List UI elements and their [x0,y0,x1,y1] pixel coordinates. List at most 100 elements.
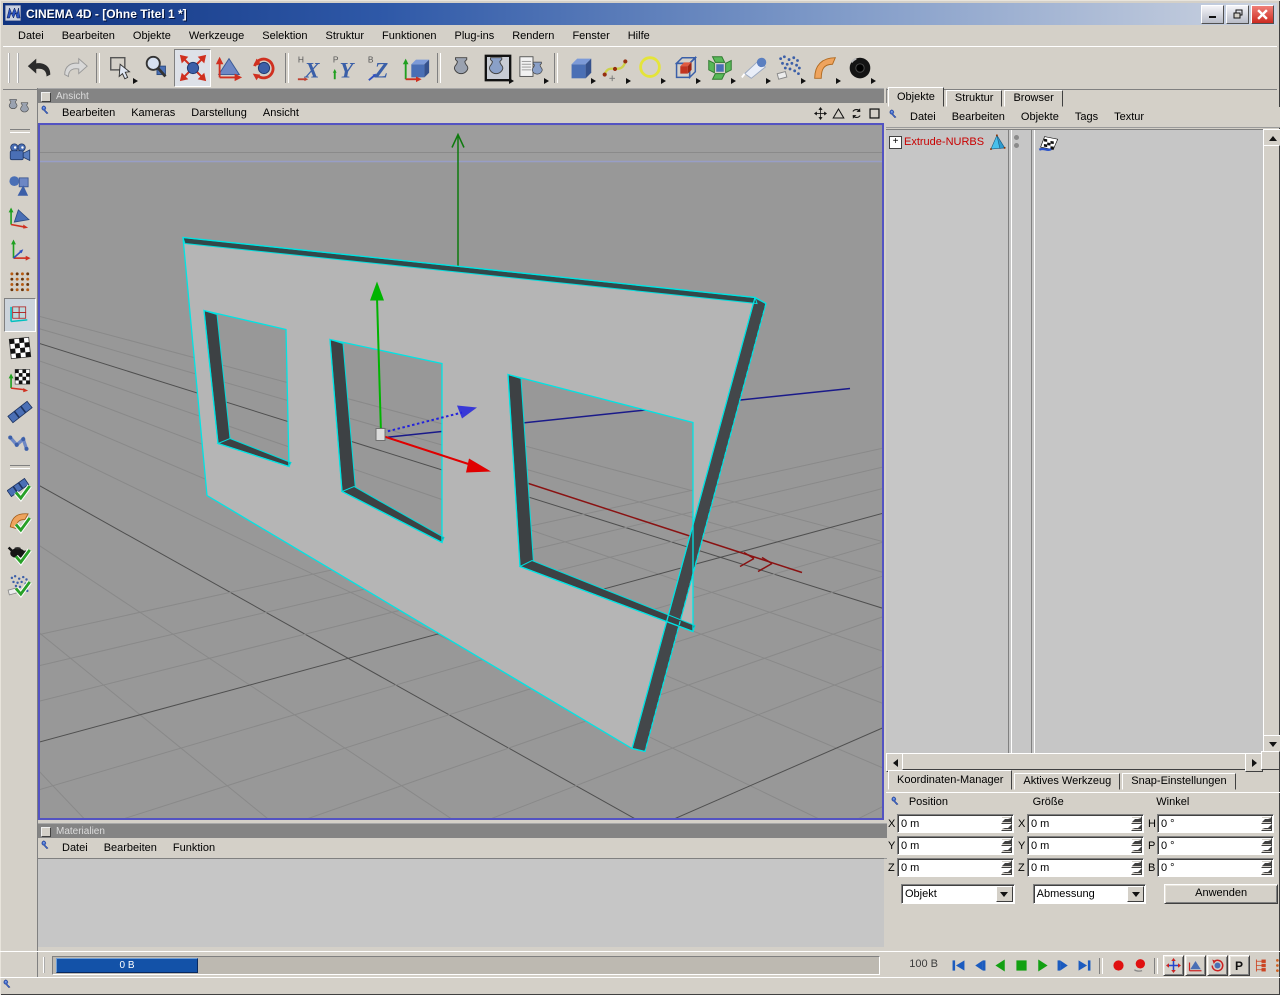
play-forwards-button[interactable] [1032,956,1052,976]
spin-down-button[interactable] [1261,845,1272,853]
spin-down-button[interactable] [1001,867,1012,875]
main-menu-item-hilfe[interactable]: Hilfe [619,28,659,44]
scale-tool-button[interactable] [211,50,246,86]
vscroll-thumb[interactable] [1263,145,1280,737]
object-menu-item-objekte[interactable]: Objekte [1013,109,1067,125]
add-spline-button[interactable] [597,50,632,86]
winkel-p-input[interactable]: 0 ° [1157,836,1274,855]
groesse-x-input[interactable]: 0 m [1027,814,1144,833]
spin-down-button[interactable] [1131,823,1142,831]
add-nurbs-button[interactable] [667,50,702,86]
hierarchy-button[interactable] [1251,956,1271,976]
object-mode-button[interactable] [5,170,35,202]
spin-up-button[interactable] [1131,816,1142,824]
main-menu-item-werkzeuge[interactable]: Werkzeuge [180,28,253,44]
record-objects-button[interactable] [1129,956,1149,976]
object-row-extrude-nurbs[interactable]: + Extrude-NURBS [886,132,1263,152]
stop-button[interactable] [1011,956,1031,976]
scale-view-button[interactable] [832,107,845,120]
toggle-maximize-view-button[interactable] [868,107,881,120]
main-menu-item-fenster[interactable]: Fenster [563,28,618,44]
main-menu-item-rendern[interactable]: Rendern [503,28,563,44]
add-deformer-button[interactable] [807,50,842,86]
main-menu-item-funktionen[interactable]: Funktionen [373,28,445,44]
add-particle-system-button[interactable] [772,50,807,86]
object-list-vscrollbar[interactable] [1263,129,1280,753]
material-tools-button[interactable] [5,92,35,124]
close-icon[interactable] [1251,4,1274,24]
viewport-menu-item-darstellung[interactable]: Darstellung [183,105,255,121]
apply-button[interactable]: Anwenden [1164,884,1278,904]
add-primitive-button[interactable] [562,50,597,86]
pin-icon[interactable] [41,840,54,856]
main-menu-item-struktur[interactable]: Struktur [317,28,374,44]
redo-button[interactable] [57,50,92,86]
edges-mode-button[interactable] [5,396,35,428]
spin-down-button[interactable] [1261,823,1272,831]
rotate-tool-button[interactable] [246,50,281,86]
object-list-hscrollbar[interactable] [886,753,1263,772]
key-position-button[interactable] [1163,955,1184,976]
spin-down-button[interactable] [1001,823,1012,831]
tab-koordinaten-manager[interactable]: Koordinaten-Manager [888,770,1013,790]
next-frame-button[interactable] [1053,956,1073,976]
spin-down-button[interactable] [1131,867,1142,875]
generators-toggle[interactable] [5,538,35,570]
goto-end-button[interactable] [1074,956,1094,976]
tab-snap-einstellungen[interactable]: Snap-Einstellungen [1122,773,1236,790]
timeline-slider[interactable]: 0 B [56,958,198,973]
viewport-panel-titlebar[interactable]: Ansicht [38,88,887,104]
add-scene-object-button[interactable] [737,50,772,86]
groesse-y-input[interactable]: 0 m [1027,836,1144,855]
object-menu-item-tags[interactable]: Tags [1067,109,1106,125]
chevron-down-icon[interactable] [1127,886,1145,902]
polygons-mode-button[interactable] [4,298,36,332]
spin-up-button[interactable] [1261,860,1272,868]
selection-tool-button[interactable] [104,50,139,86]
groesse-z-input[interactable]: 0 m [1027,858,1144,877]
position-y-input[interactable]: 0 m [897,836,1014,855]
render-flag-icon[interactable] [1038,132,1059,156]
visibility-dot-render[interactable] [1014,143,1019,148]
animation-toggle[interactable] [5,474,35,506]
move-tool-button[interactable] [174,49,211,87]
main-menu-item-selektion[interactable]: Selektion [253,28,316,44]
winkel-h-input[interactable]: 0 ° [1157,814,1274,833]
rotate-view-button[interactable] [850,107,863,120]
toolbar-gripper[interactable] [8,53,19,83]
texture-axis-mode-button[interactable] [5,364,35,396]
axis-mode-button[interactable] [5,234,35,266]
timeline-track[interactable]: 0 B [52,956,880,975]
main-menu-item-plug-ins[interactable]: Plug-ins [445,28,503,44]
spin-up-button[interactable] [1131,838,1142,846]
pin-icon[interactable] [889,109,902,125]
viewport-menu-item-bearbeiten[interactable]: Bearbeiten [54,105,123,121]
tab-objekte[interactable]: Objekte [888,87,944,107]
materials-panel-titlebar[interactable]: Materialien [38,823,887,839]
materials-menu-item-funktion[interactable]: Funktion [165,840,223,856]
position-z-input[interactable]: 0 m [897,858,1014,877]
pin-icon[interactable] [886,796,909,809]
object-menu-item-textur[interactable]: Textur [1106,109,1152,125]
winkel-b-input[interactable]: 0 ° [1157,858,1274,877]
add-sound-button[interactable] [842,50,877,86]
spin-up-button[interactable] [1131,860,1142,868]
viewport-menu-item-ansicht[interactable]: Ansicht [255,105,307,121]
object-menu-item-bearbeiten[interactable]: Bearbeiten [944,109,1013,125]
chevron-down-icon[interactable] [995,886,1013,902]
extrude-nurbs-icon[interactable] [988,133,1007,155]
previous-frame-button[interactable] [969,956,989,976]
goto-start-button[interactable] [948,956,968,976]
dimension-mode-select[interactable]: Abmessung [1032,884,1147,904]
camera-mode-button[interactable] [5,138,35,170]
spin-up-button[interactable] [1261,838,1272,846]
coord-system-select[interactable]: Objekt [900,884,1015,904]
render-active-view-button[interactable] [480,50,515,86]
record-button[interactable] [1108,956,1128,976]
tab-aktives-werkzeug[interactable]: Aktives Werkzeug [1014,773,1121,790]
zoom-tool-button[interactable] [139,50,174,86]
hscroll-thumb[interactable] [902,753,1247,770]
spin-up-button[interactable] [1261,816,1272,824]
minimize-button[interactable] [1201,4,1224,24]
render-view-button[interactable] [445,50,480,86]
